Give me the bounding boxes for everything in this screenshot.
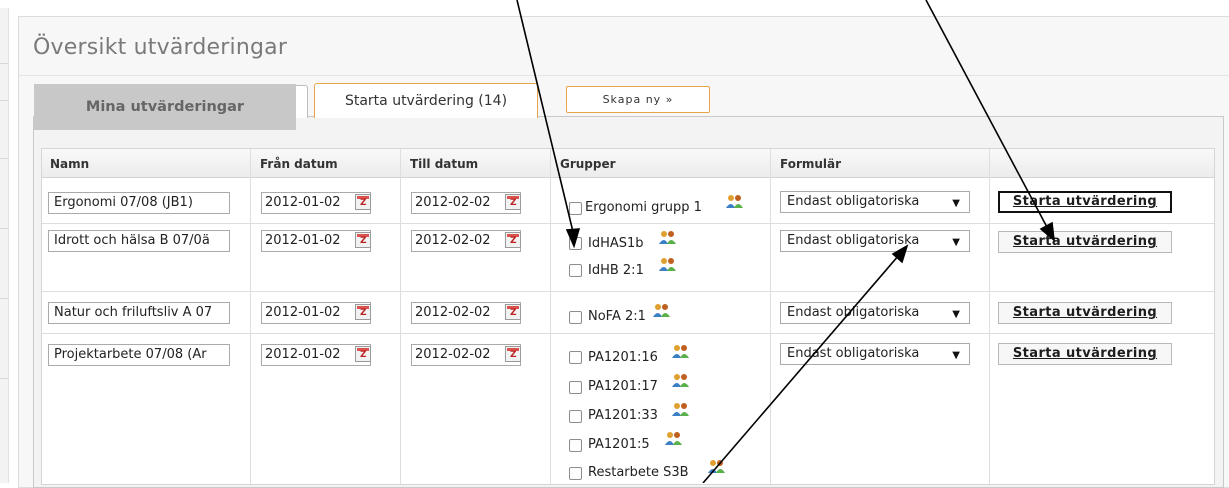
evaluation-name-field[interactable]: Natur och friluftsliv A 07 xyxy=(48,302,230,324)
group-checkbox[interactable] xyxy=(569,237,582,250)
to-date-value: 2012-02-02 xyxy=(415,195,491,210)
column-header-grupper: Grupper xyxy=(560,157,616,171)
start-evaluation-button[interactable]: Starta utvärdering xyxy=(998,302,1172,324)
group-people-icon xyxy=(653,304,670,317)
group-label: PA1201:16 xyxy=(588,350,658,365)
calendar-icon[interactable] xyxy=(355,194,371,210)
group-people-icon xyxy=(708,460,725,473)
calendar-icon[interactable] xyxy=(355,346,371,362)
group-checkbox[interactable] xyxy=(569,439,582,452)
row-divider xyxy=(42,223,1214,224)
to-date-value: 2012-02-02 xyxy=(415,233,491,248)
calendar-icon[interactable] xyxy=(505,232,521,248)
sidebar-divider xyxy=(0,298,8,299)
form-select[interactable]: Endast obligatoriska ▼ xyxy=(780,302,970,324)
group-people-icon xyxy=(672,374,689,387)
column-header-fran-datum: Från datum xyxy=(260,157,338,171)
to-date-field[interactable]: 2012-02-02 xyxy=(411,344,521,366)
sidebar-divider xyxy=(0,228,8,229)
group-people-icon xyxy=(726,195,743,208)
column-divider xyxy=(400,149,401,484)
to-date-field[interactable]: 2012-02-02 xyxy=(411,192,521,214)
column-divider xyxy=(550,149,551,484)
group-label: PA1201:17 xyxy=(588,379,658,394)
form-select[interactable]: Endast obligatoriska ▼ xyxy=(780,230,970,252)
calendar-icon[interactable] xyxy=(505,304,521,320)
chevron-down-icon: ▼ xyxy=(952,237,960,248)
column-divider xyxy=(770,149,771,484)
group-label: PA1201:5 xyxy=(588,437,650,452)
group-checkbox[interactable] xyxy=(569,410,582,423)
calendar-icon[interactable] xyxy=(505,346,521,362)
from-date-value: 2012-01-02 xyxy=(265,305,341,320)
calendar-icon[interactable] xyxy=(355,232,371,248)
from-date-field[interactable]: 2012-01-02 xyxy=(261,302,371,324)
group-people-icon xyxy=(659,258,676,271)
form-select[interactable]: Endast obligatoriska ▼ xyxy=(780,191,970,213)
group-checkbox[interactable] xyxy=(569,202,582,215)
chevron-down-icon: ▼ xyxy=(952,350,960,361)
evaluations-table: Namn Från datum Till datum Grupper Formu… xyxy=(41,148,1215,485)
column-header-till-datum: Till datum xyxy=(410,157,479,171)
from-date-field[interactable]: 2012-01-02 xyxy=(261,344,371,366)
from-date-value: 2012-01-02 xyxy=(265,195,341,210)
to-date-value: 2012-02-02 xyxy=(415,305,491,320)
form-select-value: Endast obligatoriska xyxy=(787,194,920,209)
evaluation-name-field[interactable]: Idrott och hälsa B 07/0ä xyxy=(48,230,230,252)
chevron-down-icon: ▼ xyxy=(952,309,960,320)
sidebar-divider xyxy=(0,158,8,159)
evaluation-name-field[interactable]: Projektarbete 07/08 (Ar xyxy=(48,344,230,366)
top-bar xyxy=(0,0,1229,8)
from-date-value: 2012-01-02 xyxy=(265,233,341,248)
group-people-icon xyxy=(665,432,682,445)
group-people-icon xyxy=(672,345,689,358)
sidebar-divider xyxy=(0,378,8,379)
to-date-field[interactable]: 2012-02-02 xyxy=(411,230,521,252)
page-title: Översikt utvärderingar xyxy=(33,35,288,60)
group-checkbox[interactable] xyxy=(569,381,582,394)
row-divider xyxy=(42,291,1214,292)
group-label: IdHB 2:1 xyxy=(588,263,644,278)
start-evaluation-button[interactable]: Starta utvärdering xyxy=(998,231,1172,253)
group-checkbox[interactable] xyxy=(569,264,582,277)
form-select[interactable]: Endast obligatoriska ▼ xyxy=(780,343,970,365)
group-label: NoFA 2:1 xyxy=(588,309,646,324)
group-checkbox[interactable] xyxy=(569,311,582,324)
sidebar-divider xyxy=(0,100,8,101)
left-sidebar-strip xyxy=(0,8,9,483)
column-divider xyxy=(989,149,990,484)
sidebar-divider xyxy=(0,63,8,64)
form-select-value: Endast obligatoriska xyxy=(787,233,920,248)
title-divider xyxy=(19,75,1229,76)
group-label: IdHAS1b xyxy=(588,236,644,251)
skapa-ny-button[interactable]: Skapa ny » xyxy=(566,86,710,113)
form-select-value: Endast obligatoriska xyxy=(787,346,920,361)
from-date-value: 2012-01-02 xyxy=(265,347,341,362)
group-label: Ergonomi grupp 1 xyxy=(585,200,702,215)
form-select-value: Endast obligatoriska xyxy=(787,305,920,320)
tab-mina-utvarderingar[interactable]: Mina utvärderingar xyxy=(34,84,296,130)
chevron-down-icon: ▼ xyxy=(952,198,960,209)
from-date-field[interactable]: 2012-01-02 xyxy=(261,192,371,214)
calendar-icon[interactable] xyxy=(505,194,521,210)
to-date-field[interactable]: 2012-02-02 xyxy=(411,302,521,324)
group-checkbox[interactable] xyxy=(569,467,582,480)
row-divider xyxy=(42,333,1214,334)
tab-starta-utvardering[interactable]: Starta utvärdering (14) xyxy=(314,83,538,118)
column-header-formular: Formulär xyxy=(780,157,842,171)
group-people-icon xyxy=(659,231,676,244)
calendar-icon[interactable] xyxy=(355,304,371,320)
group-people-icon xyxy=(672,403,689,416)
evaluation-name-field[interactable]: Ergonomi 07/08 (JB1) xyxy=(48,192,230,214)
from-date-field[interactable]: 2012-01-02 xyxy=(261,230,371,252)
group-checkbox[interactable] xyxy=(569,351,582,364)
table-header: Namn Från datum Till datum Grupper Formu… xyxy=(42,149,1214,178)
start-evaluation-button[interactable]: Starta utvärdering xyxy=(998,191,1172,213)
to-date-value: 2012-02-02 xyxy=(415,347,491,362)
group-label: PA1201:33 xyxy=(588,408,658,423)
group-label: Restarbete S3B xyxy=(588,465,689,480)
column-header-namn: Namn xyxy=(50,157,90,171)
column-divider xyxy=(250,149,251,484)
start-evaluation-button[interactable]: Starta utvärdering xyxy=(998,343,1172,365)
